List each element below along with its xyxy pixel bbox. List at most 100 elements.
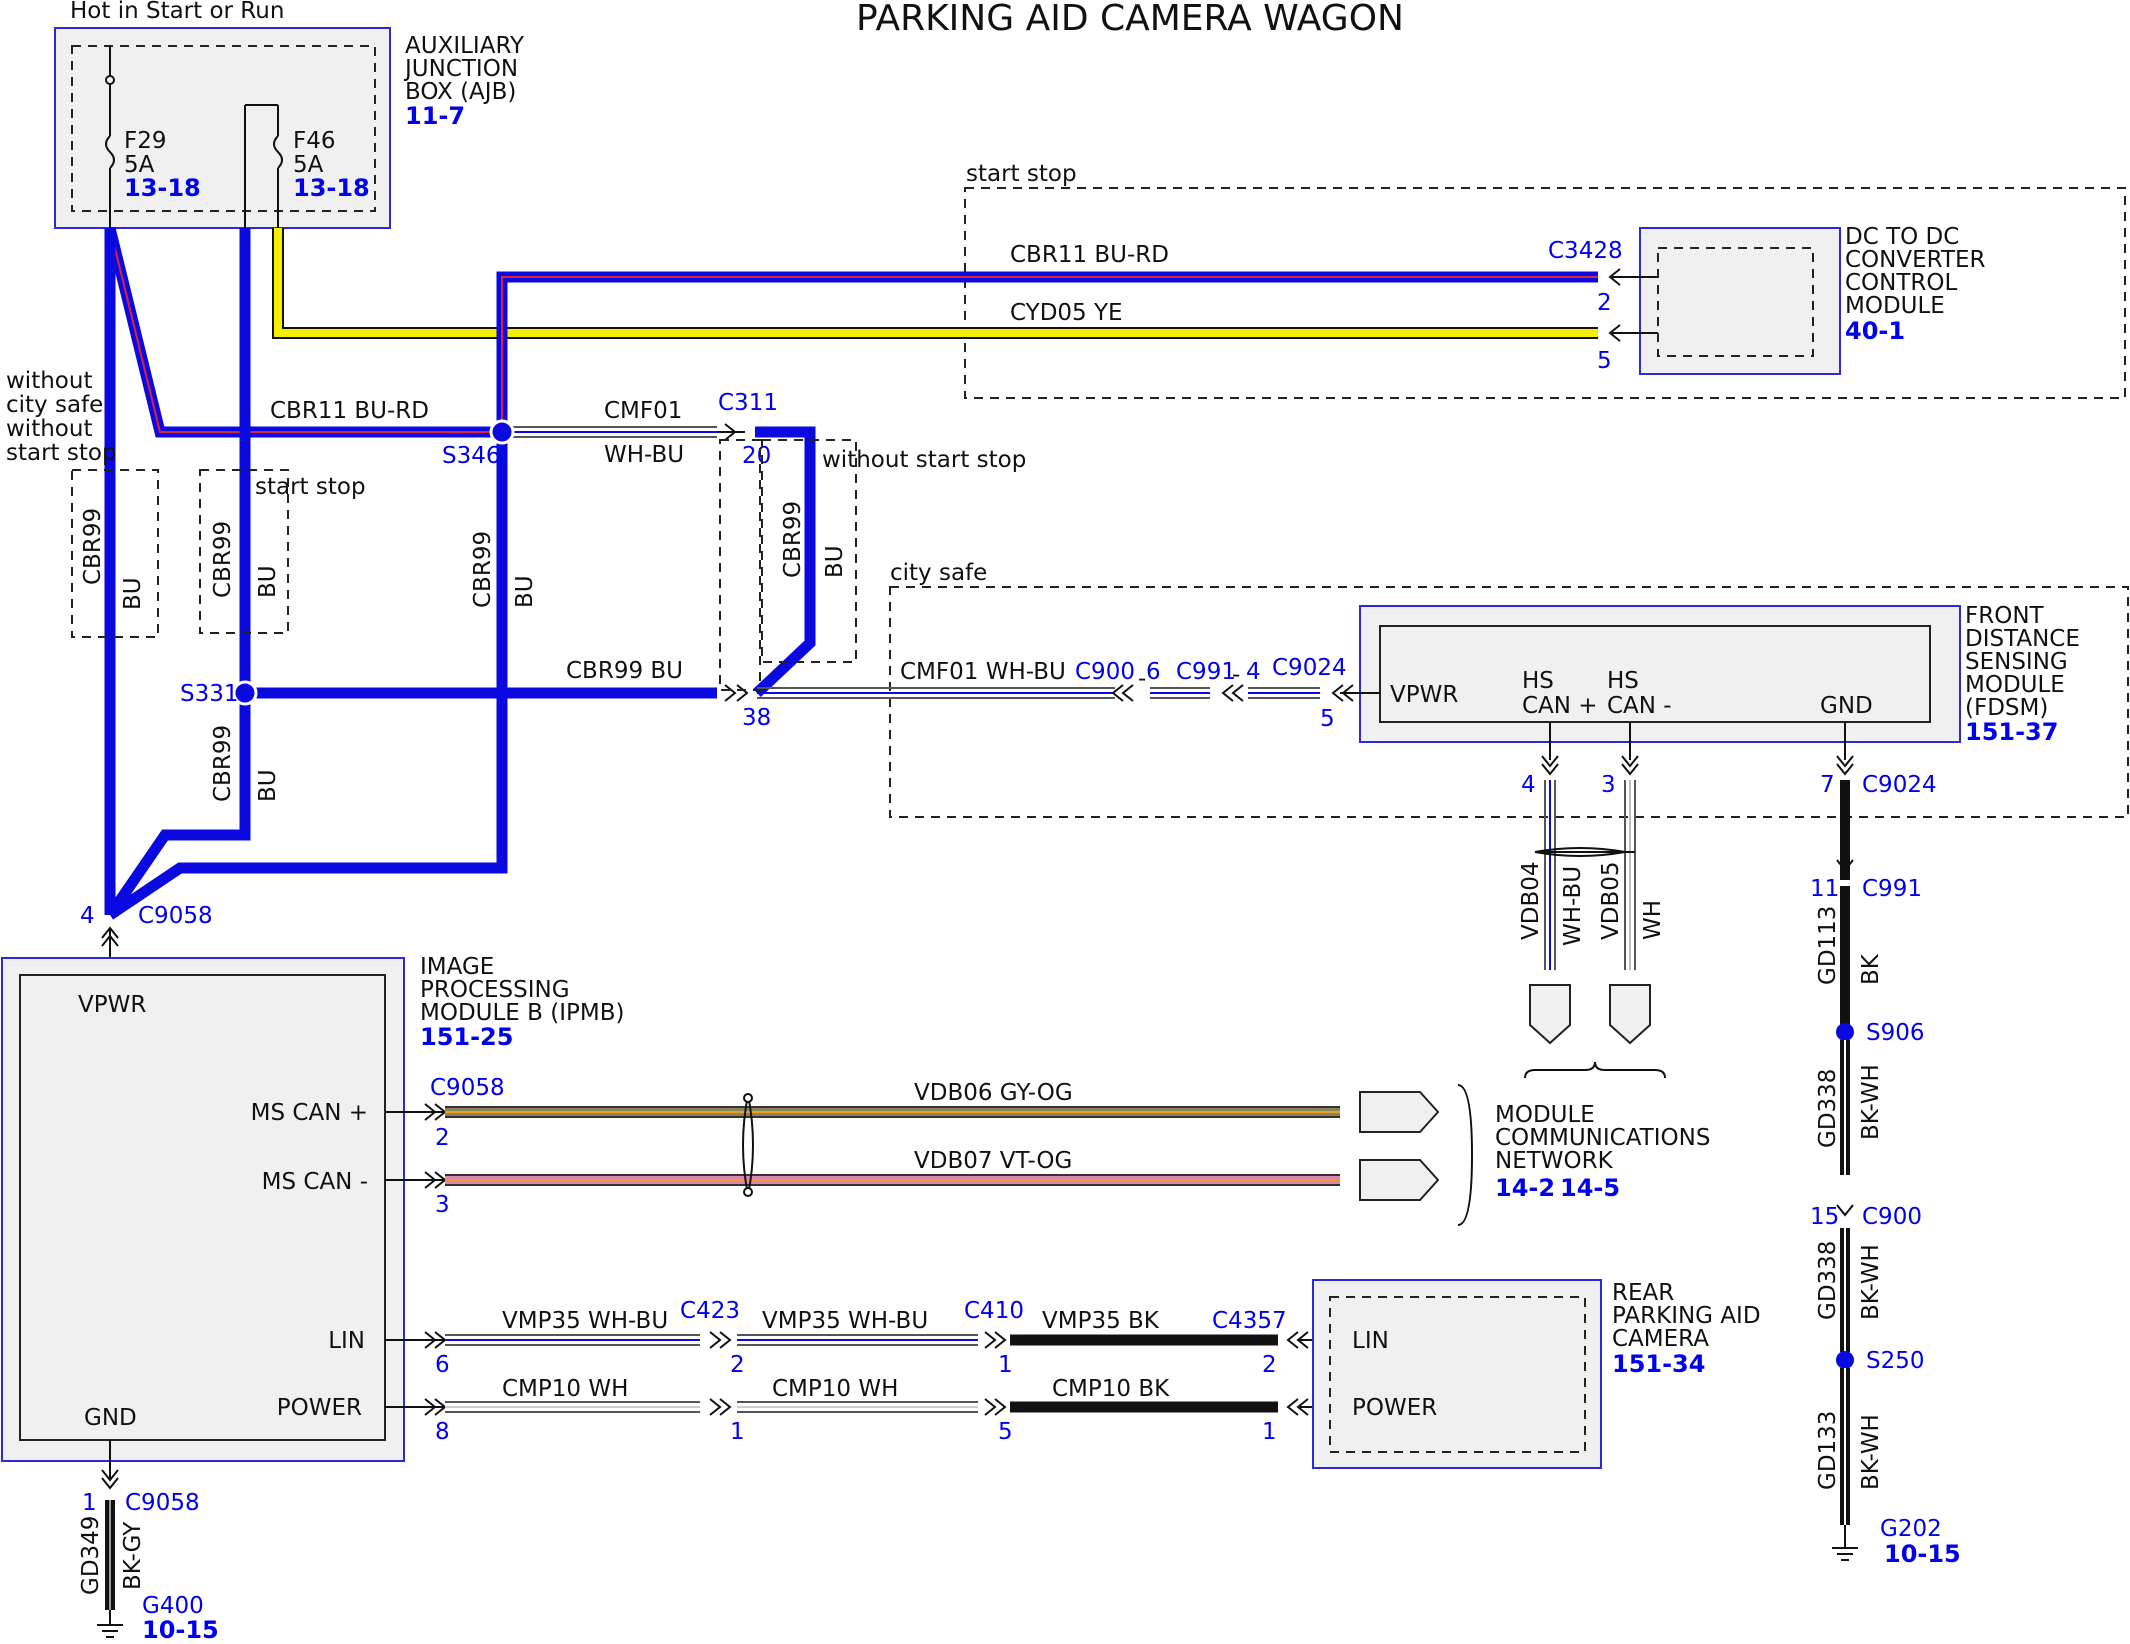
gnd-pin: 7 xyxy=(1820,772,1835,798)
hs-plus-pin: 4 xyxy=(1521,772,1536,798)
cbr11-top-label: CBR11 BU-RD xyxy=(1010,242,1169,268)
cbr99-bu-label: CBR99 BU xyxy=(566,658,683,684)
ms-plus-pin: 2 xyxy=(435,1125,450,1151)
ms-brace xyxy=(1457,1084,1474,1226)
c311-pin-38: 38 xyxy=(742,705,771,731)
c410-pwr-pin: 5 xyxy=(998,1419,1013,1445)
g400-ref: 10-15 xyxy=(142,1616,219,1644)
gd338-label: GD338 xyxy=(1815,1069,1841,1148)
c900-arrow-b xyxy=(1121,684,1134,702)
dash-sep-1: - xyxy=(1138,666,1146,692)
ipmb-inner xyxy=(19,974,386,1441)
camera-lin: LIN xyxy=(1352,1328,1389,1354)
ms-minus-terminal xyxy=(1359,1159,1440,1201)
wiring-diagram: PARKING AID CAMERA WAGON Hot in Start or… xyxy=(1,0,2129,1644)
cbr99-rot-2: CBR99 xyxy=(210,521,236,598)
power-pin: 8 xyxy=(435,1419,450,1445)
gd133-label: GD133 xyxy=(1815,1411,1841,1490)
camera-name-3: CAMERA xyxy=(1612,1326,1709,1352)
hs-plus-terminal xyxy=(1529,984,1571,1045)
opt-without-4: start stop xyxy=(6,440,117,466)
cmp10-a-label: CMP10 WH xyxy=(502,1376,628,1402)
ipmb-c9058-label: C9058 xyxy=(430,1075,505,1101)
opt-box-c311 xyxy=(719,439,761,691)
cbr99-rot-4: CBR99 xyxy=(780,501,806,578)
vmp35-a-label: VMP35 WH-BU xyxy=(502,1308,668,1334)
cbr99-rot-5: CBR99 xyxy=(210,725,236,802)
bu-rot-3: BU xyxy=(512,575,538,608)
fdsm-hs-plus-1: HS xyxy=(1522,668,1554,694)
c991-gnd-pin: 11 xyxy=(1810,876,1839,902)
c9058-top-label: C9058 xyxy=(138,903,213,929)
hs-minus-pin: 3 xyxy=(1601,772,1616,798)
c4357-label: C4357 xyxy=(1212,1308,1287,1334)
splice-s346 xyxy=(489,419,515,445)
camera-box xyxy=(1312,1279,1602,1469)
hs-brace xyxy=(1524,1061,1666,1079)
opt-without-1: without xyxy=(6,368,92,394)
wire-cmf01-s346 xyxy=(502,426,717,438)
vdb04-color: WH-BU xyxy=(1560,866,1586,946)
c311-label: C311 xyxy=(718,390,778,416)
twist-symbol-hs xyxy=(1534,847,1635,857)
fdsm-hs-minus-1: HS xyxy=(1607,668,1639,694)
fdsm-hs-minus-2: CAN - xyxy=(1607,693,1672,719)
dcdc-name-4: MODULE xyxy=(1845,293,1945,319)
dash-sep-2: - xyxy=(1232,662,1240,688)
wire-cbr99-s346 xyxy=(106,432,508,920)
c9058-gnd-label: C9058 xyxy=(125,1490,200,1516)
camera-ref: 151-34 xyxy=(1612,1350,1705,1378)
c900-pin: 6 xyxy=(1146,659,1161,685)
gnd-conn: C9024 xyxy=(1862,772,1937,798)
dcdc-ref: 40-1 xyxy=(1845,317,1905,345)
cbr99-rot-1: CBR99 xyxy=(80,508,106,585)
ms-plus-terminal xyxy=(1359,1091,1440,1133)
bu-rot-4: BU xyxy=(822,545,848,578)
dcdc-box xyxy=(1639,227,1841,375)
c3428-pin-5: 5 xyxy=(1597,348,1612,374)
c991-gnd-label: C991 xyxy=(1862,876,1922,902)
bu-rot-5: BU xyxy=(255,769,281,802)
bu-rot-1: BU xyxy=(120,577,146,610)
c4357-lin-pin: 2 xyxy=(1262,1352,1277,1378)
fdsm-hs-plus-2: CAN + xyxy=(1522,693,1598,719)
c423-pwr-pin: 1 xyxy=(730,1419,745,1445)
c423-pwr-arrow xyxy=(709,1398,722,1416)
dcdc-group-label: start stop xyxy=(966,161,1077,187)
ipmb-ms-can-minus: MS CAN - xyxy=(262,1169,368,1195)
c3428-pin-2: 2 xyxy=(1597,290,1612,316)
gd113-color: BK xyxy=(1858,953,1884,985)
gd349-color: BK-GY xyxy=(120,1521,146,1590)
c900-label: C900 xyxy=(1075,659,1135,685)
ipmb-vpwr: VPWR xyxy=(78,992,146,1018)
wire-vmp35-a xyxy=(445,1334,700,1346)
c991-pin: 4 xyxy=(1246,659,1261,685)
cyd05-label: CYD05 YE xyxy=(1010,300,1123,326)
c311-arrow-38 xyxy=(724,684,737,702)
fdsm-gnd: GND xyxy=(1820,693,1873,719)
gd113-label: GD113 xyxy=(1815,906,1841,985)
ajb-supply-label: Hot in Start or Run xyxy=(70,0,284,24)
g202-label: G202 xyxy=(1880,1516,1942,1542)
ajb-ref: 11-7 xyxy=(405,102,465,130)
c410-pwr-arrow xyxy=(984,1398,997,1416)
vmp35-c-label: VMP35 BK xyxy=(1042,1308,1160,1334)
c9058-top-pin: 4 xyxy=(80,903,95,929)
wire-cmp10-b xyxy=(737,1401,978,1413)
wire-vmp35-b xyxy=(737,1334,978,1346)
c900-gnd-pin: 15 xyxy=(1810,1204,1839,1230)
cmf01-label-color: WH-BU xyxy=(604,442,684,468)
c9024-label: C9024 xyxy=(1272,655,1347,681)
gd349-label: GD349 xyxy=(78,1516,104,1595)
twist-dot-bottom xyxy=(743,1187,753,1197)
c410-label: C410 xyxy=(964,1298,1024,1324)
f29-ref: 13-18 xyxy=(124,174,201,202)
vdb06-label: VDB06 GY-OG xyxy=(914,1080,1073,1106)
c9058-gnd-pin: 1 xyxy=(82,1490,97,1516)
vdb05-label: VDB05 xyxy=(1598,862,1624,941)
diagram-title: PARKING AID CAMERA WAGON xyxy=(856,0,1404,39)
network-ref-2: 14-5 xyxy=(1560,1174,1620,1202)
ipmb-ms-can-plus: MS CAN + xyxy=(251,1100,368,1126)
fdsm-vpwr: VPWR xyxy=(1390,682,1458,708)
opt-without-start-stop: without start stop xyxy=(822,447,1026,473)
